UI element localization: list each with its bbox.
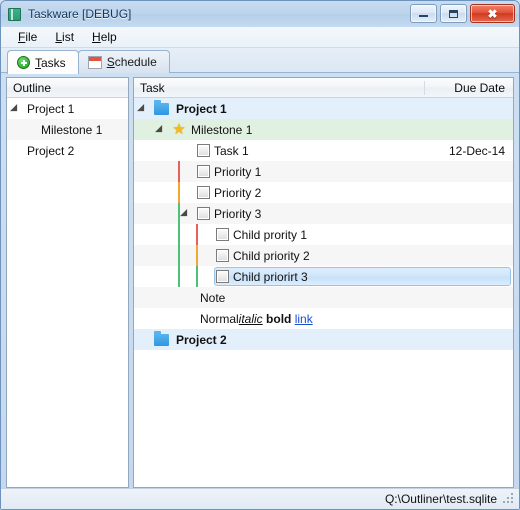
menu-file-rest: ile bbox=[25, 30, 38, 44]
row-label: Priority 1 bbox=[214, 164, 262, 179]
row-label: Priority 2 bbox=[214, 185, 262, 200]
window-controls: ✖ bbox=[410, 4, 515, 23]
tab-tasks[interactable]: Tasks bbox=[7, 50, 79, 74]
table-row[interactable]: Priority 1 bbox=[134, 161, 513, 182]
status-path: Q:\Outliner\test.sqlite bbox=[384, 492, 497, 506]
priority-bar-low bbox=[178, 266, 180, 287]
checkbox[interactable] bbox=[197, 144, 210, 157]
outline-header-label: Outline bbox=[13, 80, 52, 95]
rich-text-link[interactable]: link bbox=[295, 312, 313, 326]
row-label: Project 2 bbox=[176, 332, 227, 347]
menu-item-help[interactable]: Help bbox=[83, 28, 126, 46]
row-label: Child priority 2 bbox=[233, 248, 310, 263]
table-row[interactable]: Priority 3 bbox=[134, 203, 513, 224]
folder-icon bbox=[154, 99, 169, 115]
column-header-task: Task bbox=[140, 80, 165, 95]
expander-triangle-icon[interactable] bbox=[13, 104, 22, 113]
row-label: Task 1 bbox=[214, 143, 249, 158]
priority-bar-high bbox=[196, 224, 198, 245]
table-row[interactable]: ★ Milestone 1 bbox=[134, 119, 513, 140]
checkbox[interactable] bbox=[197, 186, 210, 199]
outline-item-milestone-1[interactable]: Milestone 1 bbox=[7, 119, 128, 140]
note-label: Note bbox=[200, 290, 226, 305]
window-title: Taskware [DEBUG] bbox=[28, 7, 132, 21]
checkbox[interactable] bbox=[197, 207, 210, 220]
priority-bar-medium bbox=[178, 182, 180, 203]
menu-help-mnemonic: H bbox=[92, 30, 101, 44]
priority-bar-low bbox=[178, 245, 180, 266]
tab-schedule[interactable]: Schedule bbox=[77, 50, 170, 73]
table-row[interactable]: Task 1 12-Dec-14 bbox=[134, 140, 513, 161]
status-bar: Q:\Outliner\test.sqlite bbox=[1, 488, 519, 509]
note-row[interactable]: Note bbox=[134, 287, 513, 308]
outline-item-label: Project 2 bbox=[27, 143, 75, 158]
note-rich-row[interactable]: Normal italic bold link bbox=[134, 308, 513, 329]
star-icon: ★ bbox=[172, 120, 186, 138]
rich-text-italic: italic bbox=[238, 311, 263, 326]
rich-text-bold: bold bbox=[266, 311, 292, 326]
resize-grip[interactable] bbox=[503, 493, 515, 505]
tasks-header: Task Due Date bbox=[134, 78, 513, 98]
checkbox[interactable] bbox=[216, 228, 229, 241]
column-header-due-date: Due Date bbox=[424, 80, 513, 95]
outline-panel: Outline Project 1 Milestone 1 Project 2 bbox=[6, 77, 129, 488]
expander-triangle-icon[interactable] bbox=[140, 104, 149, 113]
row-label: Project 1 bbox=[176, 101, 227, 116]
row-label: Child prority 1 bbox=[233, 227, 308, 242]
tab-schedule-label: Schedule bbox=[106, 55, 157, 69]
outline-list[interactable]: Project 1 Milestone 1 Project 2 bbox=[7, 98, 128, 487]
tab-tasks-label: Tasks bbox=[35, 55, 66, 70]
tasks-tree[interactable]: Project 1 ★ Milestone 1 Task 1 12-Dec-14… bbox=[134, 98, 513, 487]
row-label: Priority 3 bbox=[214, 206, 262, 221]
priority-bar-low bbox=[178, 224, 180, 245]
outline-item-project-1[interactable]: Project 1 bbox=[7, 98, 128, 119]
application-window: Taskware [DEBUG] ✖ File List Help Tasks … bbox=[0, 0, 520, 510]
minimize-icon bbox=[411, 5, 436, 22]
table-row[interactable]: Project 1 bbox=[134, 98, 513, 119]
menu-help-rest: elp bbox=[100, 30, 117, 44]
menu-list-rest: ist bbox=[62, 30, 75, 44]
table-row[interactable]: Priority 2 bbox=[134, 182, 513, 203]
close-button[interactable]: ✖ bbox=[470, 4, 515, 23]
menu-item-file[interactable]: File bbox=[9, 28, 46, 46]
rich-text-normal: Normal bbox=[200, 311, 239, 326]
folder-icon bbox=[154, 330, 169, 346]
table-row[interactable]: Child priority 2 bbox=[134, 245, 513, 266]
checkbox[interactable] bbox=[216, 249, 229, 262]
table-row-selected[interactable]: Child priorirt 3 bbox=[134, 266, 513, 287]
table-row[interactable]: Project 2 bbox=[134, 329, 513, 350]
tab-strip: Tasks Schedule bbox=[1, 48, 519, 74]
expander-triangle-icon[interactable] bbox=[183, 209, 192, 218]
maximize-icon bbox=[441, 5, 466, 22]
outline-item-label: Milestone 1 bbox=[41, 122, 103, 137]
title-bar[interactable]: Taskware [DEBUG] ✖ bbox=[1, 1, 519, 27]
calendar-icon bbox=[87, 55, 102, 69]
content-area: Outline Project 1 Milestone 1 Project 2 … bbox=[1, 73, 519, 488]
outline-header: Outline bbox=[7, 78, 128, 98]
row-label: Milestone 1 bbox=[191, 122, 253, 137]
plus-circle-icon bbox=[17, 56, 30, 69]
app-book-icon bbox=[7, 7, 22, 22]
minimize-button[interactable] bbox=[410, 4, 437, 23]
checkbox[interactable] bbox=[197, 165, 210, 178]
priority-bar-low bbox=[178, 203, 180, 224]
priority-bar-medium bbox=[196, 245, 198, 266]
checkbox[interactable] bbox=[216, 270, 229, 283]
outline-item-project-2[interactable]: Project 2 bbox=[7, 140, 128, 161]
row-label: Child priorirt 3 bbox=[233, 269, 308, 284]
maximize-button[interactable] bbox=[440, 4, 467, 23]
table-row[interactable]: Child prority 1 bbox=[134, 224, 513, 245]
priority-bar-high bbox=[178, 161, 180, 182]
expander-triangle-icon[interactable] bbox=[158, 125, 167, 134]
tasks-panel: Task Due Date Project 1 ★ Milestone 1 Ta… bbox=[133, 77, 514, 488]
outline-item-label: Project 1 bbox=[27, 101, 75, 116]
row-due-date: 12-Dec-14 bbox=[448, 143, 505, 158]
priority-bar-low bbox=[196, 266, 198, 287]
menu-bar: File List Help bbox=[1, 27, 519, 48]
close-icon: ✖ bbox=[487, 6, 498, 21]
menu-item-list[interactable]: List bbox=[46, 28, 83, 46]
